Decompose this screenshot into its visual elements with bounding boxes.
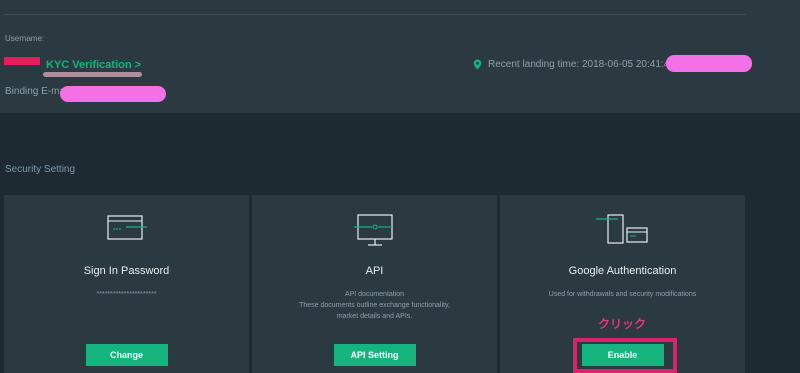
api-card: API API documentation These documents ou… [252, 195, 497, 373]
password-card-icon [106, 215, 147, 240]
ip-redaction [666, 55, 752, 72]
click-annotation-label: クリック [598, 317, 647, 331]
change-password-button[interactable]: Change [85, 344, 168, 366]
security-setting-title: Security Setting [5, 164, 76, 175]
api-description-line: market details and APIs. [336, 313, 413, 320]
api-description: API documentation These documents outlin… [252, 289, 497, 322]
binding-email-label: Binding E-mai [5, 86, 68, 97]
monitor-icon [353, 214, 393, 246]
recent-landing-time: Recent landing time: 2018-06-05 20:41:47 [488, 59, 675, 70]
enable-button-highlight [573, 338, 677, 373]
phone-device-icon [595, 214, 648, 244]
api-description-line: These documents outline exchange functio… [299, 302, 450, 309]
kyc-verification-link[interactable]: KYC Verification > [46, 59, 141, 71]
google-authentication-title: Google Authentication [568, 265, 677, 277]
google-authentication-description: Used for withdrawals and security modifi… [548, 291, 697, 298]
username-label: Username: [5, 34, 45, 43]
recent-landing-info: Recent landing time: 2018-06-05 20:41:47 [473, 59, 675, 70]
username-redaction [4, 57, 40, 65]
api-setting-button[interactable]: API Setting [333, 344, 416, 366]
sign-in-password-card: Sign In Password ********************** … [4, 195, 249, 373]
sign-in-password-title: Sign In Password [83, 265, 170, 277]
api-title: API [365, 265, 384, 277]
api-description-line: API documentation [344, 291, 405, 298]
password-mask: ********************** [96, 291, 157, 298]
divider [4, 14, 746, 15]
account-header: Username: KYC Verification > Binding E-m… [0, 0, 800, 113]
location-pin-icon [473, 59, 482, 70]
kyc-annotation-underline [43, 72, 142, 77]
email-redaction [60, 86, 166, 102]
